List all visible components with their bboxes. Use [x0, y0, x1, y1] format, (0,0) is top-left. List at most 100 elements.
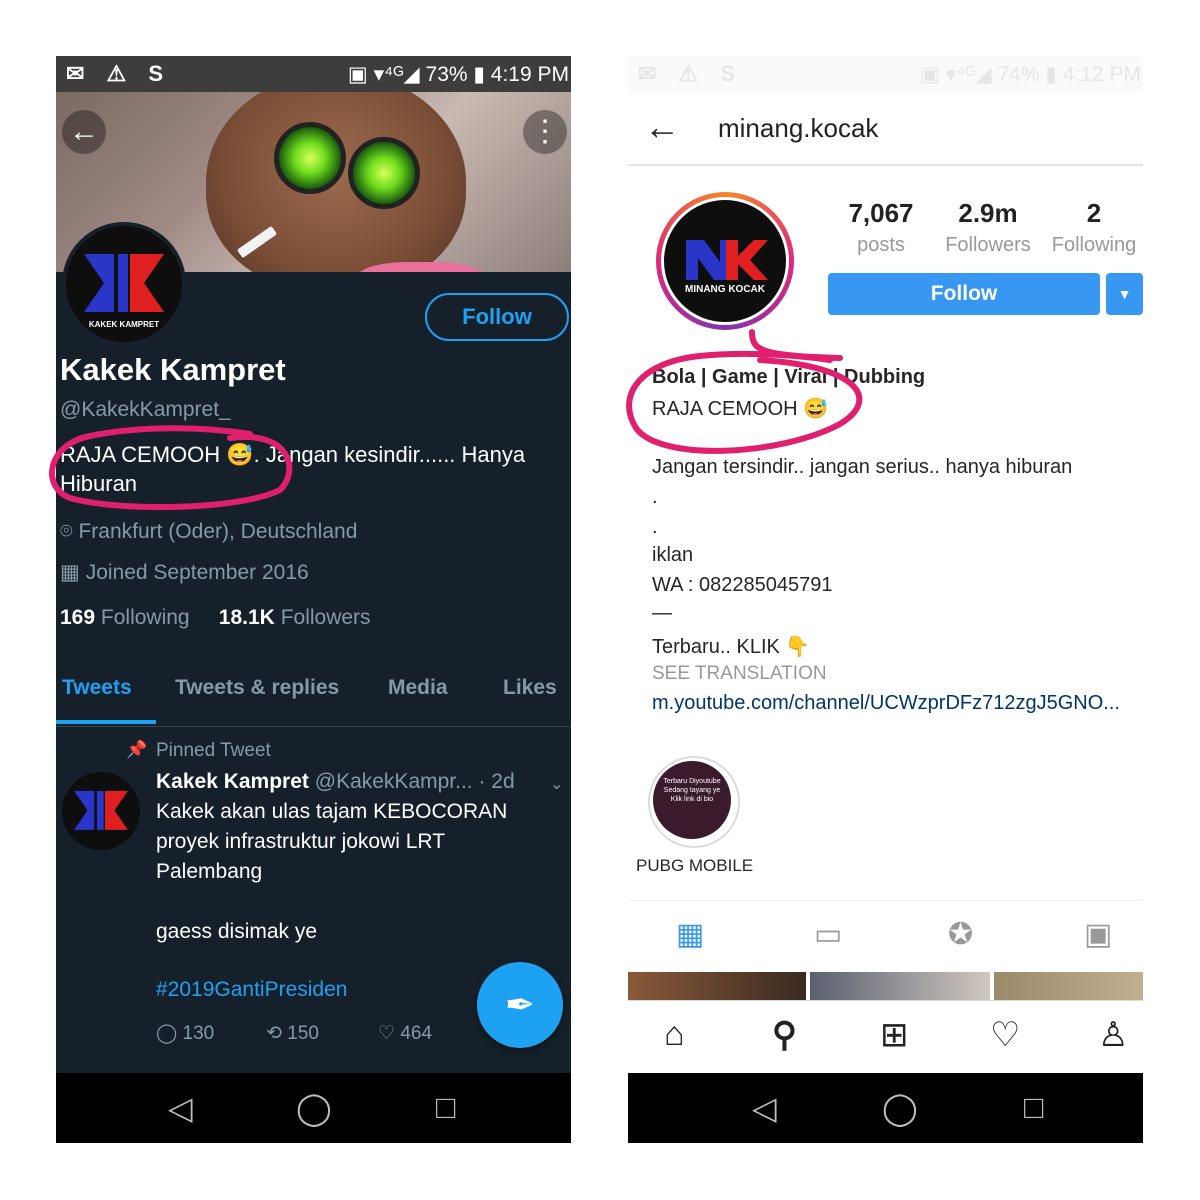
bio-line: .: [652, 516, 658, 538]
tweet-age: · 2d: [478, 770, 515, 793]
hashtag-link[interactable]: #2019GantiPresiden: [156, 978, 347, 1002]
reply-action[interactable]: ◯ 130: [156, 1022, 214, 1045]
posts-count: 7,067: [848, 198, 914, 228]
story-highlight[interactable]: Terbaru Diyoutube Sedang tayang ye Klik …: [653, 761, 731, 839]
star-icon[interactable]: ✪: [948, 917, 973, 952]
follow-stats: 169 Following 18.1K Followers: [60, 606, 371, 630]
status-bar: ✉ ⚠ S ▣ ▾⁴ᴳ◢ 73% ▮ 4:19 PM: [56, 56, 571, 92]
avatar[interactable]: MINANG KOCAK: [661, 197, 789, 325]
tweet-author[interactable]: Kakek Kampret: [156, 770, 309, 793]
photo-grid-strip: [628, 972, 1143, 1000]
followers-stat[interactable]: 18.1K Followers: [219, 606, 371, 629]
followers-count[interactable]: 2.9m: [936, 198, 1040, 229]
profile-bio: RAJA CEMOOH 😅. Jangan kesindir...... Han…: [60, 442, 526, 496]
profile-header: ← minang.kocak ⋮: [628, 92, 1143, 166]
android-nav-bar: ◁ ◯ □: [56, 1073, 571, 1143]
bio-line: —: [652, 602, 672, 624]
bio-line: RAJA CEMOOH 😅: [652, 398, 829, 420]
avatar[interactable]: KAKEK KAMPRET: [62, 222, 186, 346]
status-bar: ✉ ⚠ S ▣ ▾⁴ᴳ◢ 74% ▮ 4:12 PM: [628, 56, 1143, 92]
profile-handle: @KakekKampret_: [60, 398, 231, 421]
grid-view-icon[interactable]: ▦: [676, 917, 704, 952]
grid-thumb[interactable]: [810, 972, 990, 1000]
followers-label[interactable]: Followers: [936, 234, 1040, 257]
profile-tabs: ▦ ▭ ✪ ▣: [628, 900, 1143, 973]
nav-home-icon[interactable]: ◯: [296, 1089, 332, 1127]
following-stat[interactable]: 169 Following: [60, 606, 190, 629]
profile-name: Kakek Kampret: [60, 352, 286, 387]
nav-back-icon[interactable]: ◁: [752, 1089, 777, 1127]
followers-label: Followers: [280, 606, 371, 629]
see-translation-link[interactable]: SEE TRANSLATION: [652, 663, 827, 685]
follow-button[interactable]: Follow: [425, 293, 569, 341]
nav-home-icon[interactable]: ◯: [882, 1089, 918, 1127]
joined-row: ▦ Joined September 2016: [60, 560, 309, 585]
tab-likes[interactable]: Likes: [503, 676, 557, 700]
location-text: Frankfurt (Oder), Deutschland: [78, 520, 358, 543]
back-arrow-icon[interactable]: ←: [62, 110, 106, 154]
followers-count: 18.1K: [218, 606, 275, 629]
avatar-label: MINANG KOCAK: [685, 284, 765, 295]
tab-tweets-replies[interactable]: Tweets & replies: [175, 676, 339, 700]
profile-icon[interactable]: ♙: [1098, 1015, 1128, 1055]
search-icon[interactable]: ⚲: [772, 1015, 797, 1055]
tab-tweets[interactable]: Tweets: [62, 676, 132, 700]
following-label[interactable]: Following: [1046, 234, 1142, 257]
suggestions-dropdown-button[interactable]: ▼: [1106, 273, 1143, 315]
pin-icon: 📌: [126, 740, 148, 759]
username-title: minang.kocak: [718, 113, 879, 143]
sunglasses-lens-right: [348, 137, 420, 209]
location-row: ⌾ Frankfurt (Oder), Deutschland: [60, 520, 357, 544]
heart-icon: ♡: [378, 1023, 396, 1044]
tweet-avatar[interactable]: [62, 772, 140, 850]
joined-text: Joined September 2016: [85, 561, 309, 584]
feed-view-icon[interactable]: ▭: [814, 917, 842, 952]
profile-tabs: Tweets Tweets & replies Media Likes: [56, 668, 571, 727]
nav-back-icon[interactable]: ◁: [168, 1089, 193, 1127]
more-options-icon[interactable]: ⋮: [523, 110, 567, 154]
twitter-profile-screen: ✉ ⚠ S ▣ ▾⁴ᴳ◢ 73% ▮ 4:19 PM ← ⋮ KAKEK KAM…: [56, 56, 571, 1143]
grid-thumb[interactable]: [628, 972, 806, 1000]
status-right-info: ▣ ▾⁴ᴳ◢ 73% ▮ 4:19 PM: [347, 63, 569, 86]
tweet-text-line: proyek infrastruktur jokowi LRT: [156, 830, 446, 853]
follow-button[interactable]: Follow: [828, 273, 1100, 315]
bio-phone: WA : 082285045791: [652, 574, 833, 596]
bio-line: .: [652, 486, 658, 508]
status-left-icons: ✉ ⚠ S: [66, 61, 172, 86]
quill-icon: ✒: [504, 984, 536, 1025]
reply-count: 130: [182, 1023, 215, 1044]
bio-line: Jangan tersindir.. jangan serius.. hanya…: [652, 456, 1073, 478]
home-icon[interactable]: ⌂: [664, 1015, 685, 1054]
like-action[interactable]: ♡ 464: [378, 1022, 432, 1045]
grid-thumb[interactable]: [994, 972, 1143, 1000]
chevron-down-icon: ▼: [1117, 286, 1132, 302]
tweet-header: Kakek Kampret @KakekKampr... · 2d: [156, 770, 515, 794]
tweet-text-line: Kakek akan ulas tajam KEBOCORAN: [156, 800, 508, 823]
retweet-icon: ⟲: [266, 1023, 282, 1044]
following-count: 169: [60, 606, 96, 629]
more-options-icon[interactable]: ⋮: [1136, 112, 1143, 141]
chevron-down-icon[interactable]: ⌄: [550, 774, 563, 794]
nav-recents-icon[interactable]: □: [1024, 1089, 1043, 1126]
compose-tweet-button[interactable]: ✒: [477, 962, 563, 1048]
android-nav-bar: ◁ ◯ □: [628, 1073, 1143, 1143]
highlight-label: PUBG MOBILE: [636, 856, 754, 875]
sunglasses-lens-left: [274, 122, 346, 194]
heart-icon[interactable]: ♡: [990, 1015, 1020, 1055]
tweet-text-line: gaess disimak ye: [156, 920, 318, 943]
bio-line: Terbaru.. KLIK 👇: [652, 636, 811, 658]
following-count[interactable]: 2: [1046, 198, 1142, 229]
retweet-action[interactable]: ⟲ 150: [266, 1022, 319, 1045]
status-left-icons: ✉ ⚠ S: [638, 61, 744, 86]
tagged-photos-icon[interactable]: ▣: [1084, 917, 1112, 952]
tab-media[interactable]: Media: [388, 676, 448, 700]
profile-link[interactable]: m.youtube.com/channel/UCWzprDFz712zgJ5GN…: [652, 692, 1120, 715]
add-post-icon[interactable]: ⊞: [880, 1015, 909, 1055]
nav-recents-icon[interactable]: □: [436, 1089, 455, 1126]
posts-label: posts: [857, 234, 905, 256]
avatar-label: KAKEK KAMPRET: [88, 320, 160, 329]
location-pin-icon: ⌾: [60, 520, 73, 543]
bio-line: iklan: [652, 544, 694, 566]
back-arrow-icon[interactable]: ←: [644, 106, 680, 148]
status-right-info: ▣ ▾⁴ᴳ◢ 74% ▮ 4:12 PM: [919, 63, 1141, 86]
